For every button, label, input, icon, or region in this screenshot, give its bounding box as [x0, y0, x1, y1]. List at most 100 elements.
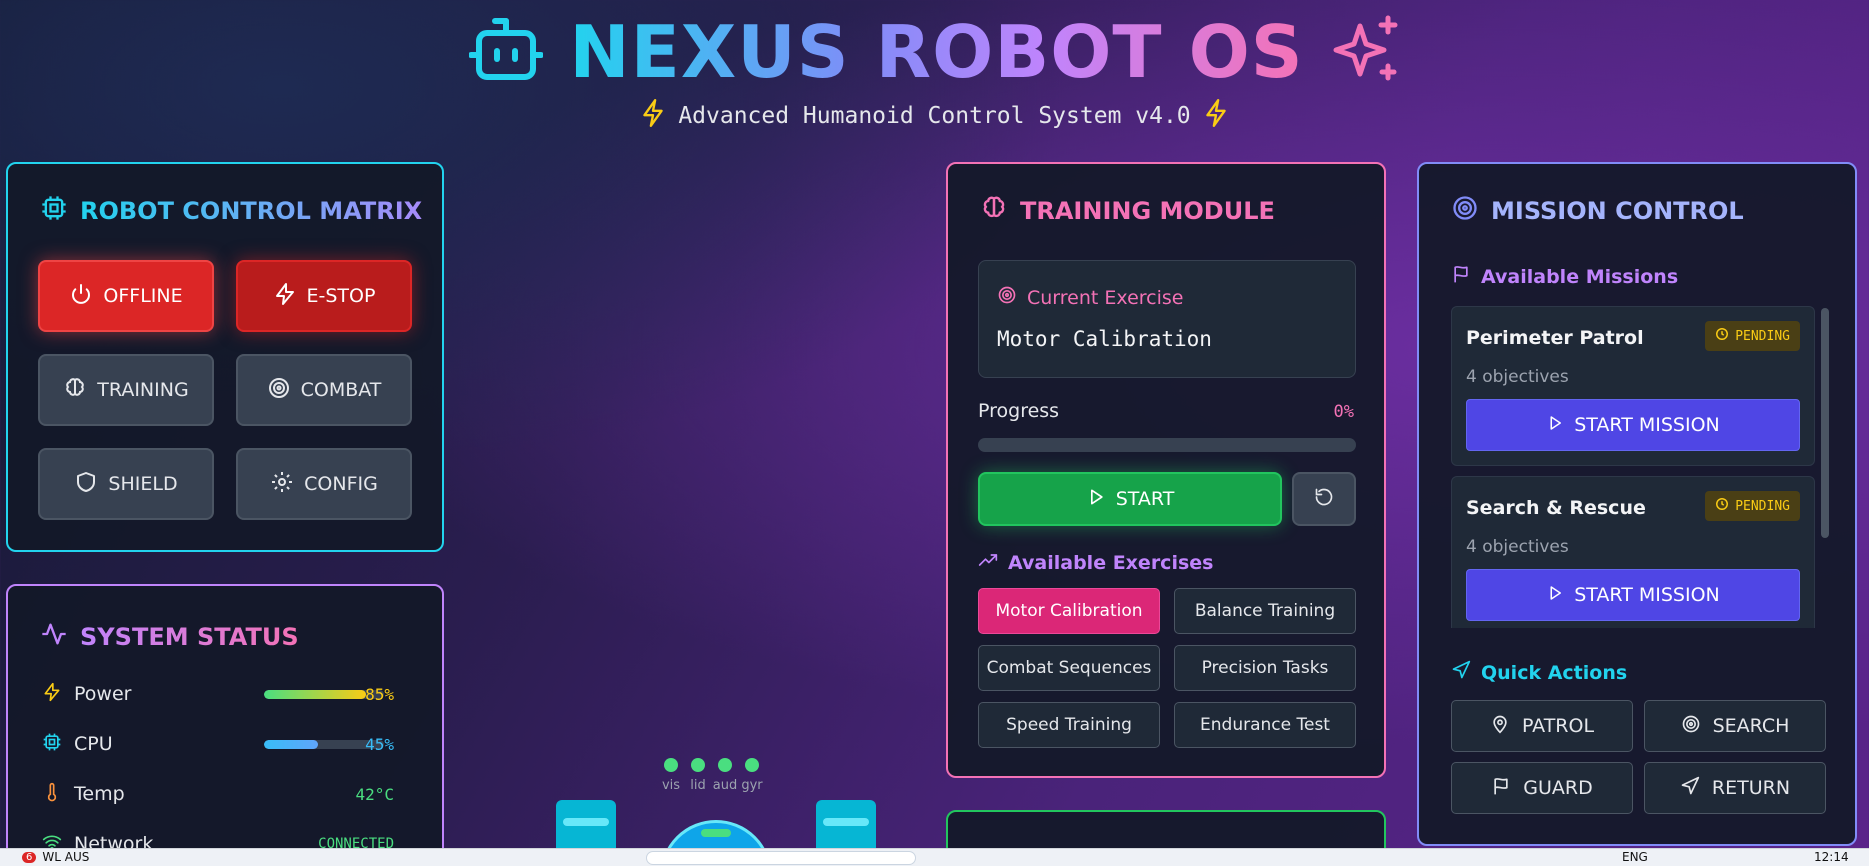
- gear-icon: [270, 470, 294, 499]
- clock-icon: [1715, 497, 1729, 515]
- return-button[interactable]: RETURN: [1644, 762, 1826, 814]
- quick-actions-heading: Quick Actions: [1451, 660, 1627, 685]
- sensor-dot: [664, 758, 678, 772]
- combat-button[interactable]: COMBAT: [236, 354, 412, 426]
- status-cpu: CPU 45%: [42, 730, 422, 758]
- target-icon: [1681, 714, 1701, 739]
- sparkles-icon: [1330, 14, 1400, 90]
- power-icon: [69, 282, 93, 311]
- play-icon: [1546, 414, 1564, 437]
- trending-up-icon: [978, 550, 998, 575]
- target-icon: [1451, 194, 1479, 228]
- system-status-title: SYSTEM STATUS: [40, 620, 299, 654]
- play-icon: [1086, 487, 1106, 512]
- cpu-bar-fill: [264, 739, 318, 749]
- activity-icon: [40, 620, 68, 654]
- mission-control-title: MISSION CONTROL: [1451, 194, 1744, 228]
- sensor-lid: lid: [685, 758, 711, 793]
- pin-icon: [1490, 714, 1510, 739]
- bolt-icon: [273, 282, 297, 311]
- clock-icon: [1715, 327, 1729, 345]
- taskbar-weather[interactable]: 6 WL AUS: [22, 850, 89, 864]
- app-subtitle: Advanced Humanoid Control System v4.0: [678, 103, 1191, 129]
- robot-icon: [468, 17, 545, 87]
- header: NEXUS ROBOT OS: [0, 10, 1869, 94]
- status-badge: PENDING: [1705, 321, 1800, 351]
- play-icon: [1546, 584, 1564, 607]
- missions-list[interactable]: Perimeter Patrol PENDING 4 objectives ST…: [1419, 306, 1859, 628]
- robot-view: vis lid aud gyr: [540, 750, 920, 866]
- training-button[interactable]: TRAINING: [38, 354, 214, 426]
- sensor-gyr: gyr: [739, 758, 765, 793]
- target-icon: [267, 376, 291, 405]
- brain-icon: [63, 376, 87, 405]
- system-status-panel: SYSTEM STATUS Power 85% CPU 45% Temp 42°…: [6, 584, 444, 866]
- current-exercise-card: Current Exercise Motor Calibration: [978, 260, 1356, 378]
- exercise-speed-training[interactable]: Speed Training: [978, 702, 1160, 748]
- navigate-icon: [1680, 776, 1700, 801]
- reset-icon: [1314, 487, 1334, 512]
- progress-bar: [978, 438, 1356, 452]
- sensor-dot: [718, 758, 732, 772]
- navigate-icon: [1451, 660, 1471, 685]
- os-taskbar: 6 WL AUS ENG 12:14: [0, 848, 1869, 866]
- training-panel: TRAINING MODULE Current Exercise Motor C…: [946, 162, 1386, 778]
- control-matrix-title: ROBOT CONTROL MATRIX: [40, 194, 422, 228]
- exercise-combat-sequences[interactable]: Combat Sequences: [978, 645, 1160, 691]
- patrol-button[interactable]: PATROL: [1451, 700, 1633, 752]
- taskbar-lang[interactable]: ENG: [1622, 850, 1648, 864]
- progress-value: 0%: [1333, 402, 1354, 422]
- available-missions-heading: Available Missions: [1451, 264, 1678, 289]
- control-matrix-panel: ROBOT CONTROL MATRIX OFFLINE E-STOP TRAI…: [6, 162, 444, 552]
- notification-badge: 6: [22, 851, 37, 863]
- current-exercise-name: Motor Calibration: [997, 327, 1212, 351]
- progress-label: Progress: [978, 400, 1060, 422]
- flag-icon: [1491, 776, 1511, 801]
- available-exercises-heading: Available Exercises: [978, 550, 1213, 575]
- chip-icon: [42, 732, 62, 757]
- exercise-motor-calibration[interactable]: Motor Calibration: [978, 588, 1160, 634]
- status-power: Power 85%: [42, 680, 422, 708]
- taskbar-search[interactable]: [646, 851, 916, 865]
- sensor-vis: vis: [658, 758, 684, 793]
- offline-button[interactable]: OFFLINE: [38, 260, 214, 332]
- sensor-dot: [691, 758, 705, 772]
- current-exercise-label: Current Exercise: [997, 285, 1183, 310]
- status-temp: Temp 42°C: [42, 780, 422, 808]
- app-title: NEXUS ROBOT OS: [569, 10, 1304, 94]
- bolt-icon: [1203, 98, 1229, 134]
- robot-mouth: [701, 829, 731, 837]
- flag-icon: [1451, 264, 1471, 289]
- mission-card: Perimeter Patrol PENDING 4 objectives ST…: [1451, 306, 1815, 466]
- config-button[interactable]: CONFIG: [236, 448, 412, 520]
- exercise-endurance-test[interactable]: Endurance Test: [1174, 702, 1356, 748]
- brain-icon: [980, 194, 1008, 228]
- power-bar-fill: [264, 689, 366, 699]
- reset-button[interactable]: [1292, 472, 1356, 526]
- mission-card: Search & Rescue PENDING 4 objectives STA…: [1451, 476, 1815, 628]
- taskbar-clock[interactable]: 12:14: [1814, 850, 1849, 864]
- chip-icon: [40, 194, 68, 228]
- target-icon: [997, 285, 1017, 310]
- exercise-precision-tasks[interactable]: Precision Tasks: [1174, 645, 1356, 691]
- missions-scrollbar[interactable]: [1821, 308, 1829, 538]
- status-badge: PENDING: [1705, 491, 1800, 521]
- shield-icon: [74, 470, 98, 499]
- start-training-button[interactable]: START: [978, 472, 1282, 526]
- bolt-icon: [640, 98, 666, 134]
- sensor-dot: [745, 758, 759, 772]
- start-mission-button[interactable]: START MISSION: [1466, 399, 1800, 451]
- guard-button[interactable]: GUARD: [1451, 762, 1633, 814]
- sensor-indicators: vis lid aud gyr: [658, 758, 778, 808]
- mission-control-panel: MISSION CONTROL Available Missions Perim…: [1417, 162, 1857, 846]
- search-button[interactable]: SEARCH: [1644, 700, 1826, 752]
- shield-button[interactable]: SHIELD: [38, 448, 214, 520]
- e-stop-button[interactable]: E-STOP: [236, 260, 412, 332]
- sensor-aud: aud: [712, 758, 738, 793]
- subtitle-row: Advanced Humanoid Control System v4.0: [0, 98, 1869, 134]
- bolt-icon: [42, 682, 62, 707]
- start-mission-button[interactable]: START MISSION: [1466, 569, 1800, 621]
- training-title: TRAINING MODULE: [980, 194, 1275, 228]
- thermometer-icon: [42, 782, 62, 807]
- exercise-balance-training[interactable]: Balance Training: [1174, 588, 1356, 634]
